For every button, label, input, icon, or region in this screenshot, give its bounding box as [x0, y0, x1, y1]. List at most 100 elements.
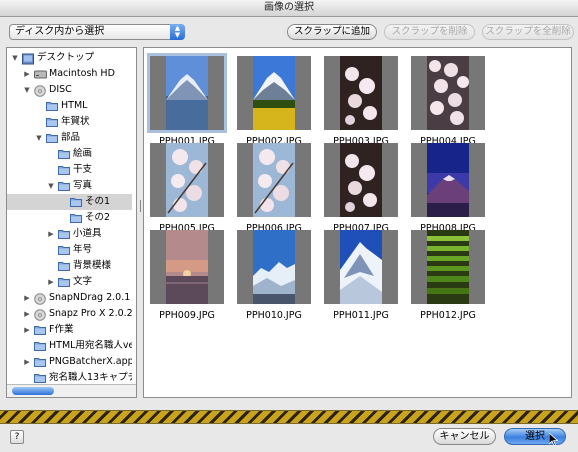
window-title: 画像の選択: [0, 0, 578, 17]
add-scrap-button[interactable]: スクラップに追加: [287, 24, 377, 40]
thumbnail-image[interactable]: [237, 143, 311, 217]
tree-item[interactable]: ▶ F作業: [7, 322, 132, 338]
folder-icon: [58, 149, 70, 159]
tree-item-label: 背景模様: [73, 260, 112, 271]
cancel-button[interactable]: キャンセル: [433, 428, 496, 445]
folder-tree[interactable]: 宛名職人キャプチャ宛名職人13キャプチ▶PNGBatcherX.appHTML用…: [6, 47, 137, 398]
tree-item-label: Snapz Pro X 2.0.2: [49, 308, 132, 319]
folder-icon: [34, 325, 46, 335]
folder-icon: [58, 181, 70, 191]
tree-item[interactable]: 干支: [7, 162, 132, 178]
tree-item-label: 年賀状: [61, 116, 90, 127]
tree-item[interactable]: ▼ デスクトップ: [7, 50, 132, 66]
disclosure-closed-icon[interactable]: ▶: [22, 306, 32, 322]
tree-item[interactable]: ▼ 写真: [7, 178, 132, 194]
tree-item[interactable]: HTML: [7, 98, 132, 114]
disclosure-closed-icon[interactable]: ▶: [22, 322, 32, 338]
thumbnail-image[interactable]: [237, 230, 311, 304]
disclosure-closed-icon[interactable]: ▶: [22, 354, 32, 370]
source-popup[interactable]: ディスク内から選択 ▲ ▼: [9, 24, 185, 40]
disclosure-open-icon[interactable]: ▼: [46, 178, 56, 194]
folder-icon: [58, 277, 70, 287]
tree-item[interactable]: ▶ Macintosh HD: [7, 66, 132, 82]
thumbnail-filename: PPH012.JPG: [420, 310, 476, 321]
folder-icon: [70, 213, 82, 223]
tree-item-label: HTML: [61, 100, 88, 111]
disclosure-closed-icon[interactable]: ▶: [46, 226, 56, 242]
thumbnail-image[interactable]: [411, 56, 485, 130]
delete-all-scrap-button[interactable]: スクラップを全削除: [482, 24, 574, 40]
image-select-dialog: 画像の選択 ディスク内から選択 ▲ ▼ スクラップに追加 スクラップを削除 スクラ…: [0, 0, 578, 452]
hard-disk-icon: [34, 69, 47, 79]
tree-item-label: 写真: [73, 180, 93, 191]
tree-item[interactable]: HTML用宛名職人ve: [7, 338, 132, 354]
folder-icon: [58, 165, 70, 175]
folder-icon: [58, 261, 70, 271]
thumbnail-image[interactable]: [324, 56, 398, 130]
folder-icon: [58, 229, 70, 239]
disc-icon: [34, 85, 46, 97]
scrollbar-thumb[interactable]: [12, 387, 54, 395]
thumbnail-image[interactable]: [324, 143, 398, 217]
tree-item-label: 年号: [73, 244, 93, 255]
thumbnail-image[interactable]: [411, 143, 485, 217]
tree-item-label: 干支: [73, 164, 93, 175]
disclosure-open-icon[interactable]: ▼: [22, 82, 32, 98]
thumbnail-image[interactable]: [324, 230, 398, 304]
tree-item[interactable]: 年号: [7, 242, 132, 258]
folder-icon: [34, 357, 46, 367]
folder-icon: [46, 133, 58, 143]
tree-item[interactable]: ▶ 文字: [7, 274, 132, 290]
tree-item-label: SnapNDrag 2.0.1: [49, 292, 131, 303]
tree-item[interactable]: その1: [7, 194, 132, 210]
tree-item-label: 部品: [61, 132, 81, 143]
disclosure-closed-icon[interactable]: ▶: [22, 290, 32, 306]
popup-arrows-icon: ▲ ▼: [170, 24, 185, 40]
tree-item[interactable]: ▼ 部品: [7, 130, 132, 146]
decorative-stripe: [0, 410, 578, 424]
tree-item[interactable]: 背景模様: [7, 258, 132, 274]
disclosure-closed-icon[interactable]: ▶: [46, 274, 56, 290]
tree-item-label: 絵画: [73, 148, 93, 159]
splitter-handle[interactable]: [139, 200, 142, 212]
disclosure-open-icon[interactable]: ▼: [34, 130, 44, 146]
tree-item[interactable]: ▶ PNGBatcherX.app: [7, 354, 132, 370]
tree-item[interactable]: 絵画: [7, 146, 132, 162]
tree-item[interactable]: ▶ SnapNDrag 2.0.1: [7, 290, 132, 306]
disc-icon: [34, 293, 46, 305]
tree-item[interactable]: ▼ DISC: [7, 82, 132, 98]
folder-icon: [70, 197, 82, 207]
folder-icon: [46, 117, 58, 127]
tree-item-label: DISC: [49, 84, 72, 95]
thumbnail-filename: PPH009.JPG: [159, 310, 215, 321]
folder-icon: [34, 341, 46, 351]
thumbnail-image[interactable]: [150, 230, 224, 304]
thumbnail-image[interactable]: [411, 230, 485, 304]
help-button[interactable]: ?: [10, 430, 24, 444]
folder-icon: [58, 245, 70, 255]
mouse-pointer-icon: [549, 433, 558, 446]
delete-scrap-button[interactable]: スクラップを削除: [384, 24, 475, 40]
tree-item-label: F作業: [49, 324, 74, 335]
disc-icon: [34, 309, 46, 321]
tree-item-label: Macintosh HD: [49, 68, 115, 79]
tree-item[interactable]: ▶ 小道具: [7, 226, 132, 242]
thumbnail-image[interactable]: [150, 143, 224, 217]
tree-item[interactable]: ▶ Snapz Pro X 2.0.2: [7, 306, 132, 322]
tree-horizontal-scrollbar[interactable]: [7, 384, 136, 397]
disclosure-open-icon[interactable]: ▼: [10, 50, 20, 66]
tree-item[interactable]: 年賀状: [7, 114, 132, 130]
desktop-icon: [22, 53, 34, 65]
thumbnail-image[interactable]: [147, 53, 227, 133]
thumbnail-image[interactable]: [237, 56, 311, 130]
tree-item-label: 文字: [73, 276, 93, 287]
tree-item-label: HTML用宛名職人ve: [49, 340, 132, 351]
folder-icon: [34, 373, 46, 383]
source-popup-label: ディスク内から選択: [15, 26, 105, 37]
tree-item-label: デスクトップ: [37, 52, 95, 63]
toolbar: ディスク内から選択 ▲ ▼ スクラップに追加 スクラップを削除 スクラップを全削除: [0, 17, 578, 45]
folder-icon: [46, 101, 58, 111]
thumbnail-filename: PPH010.JPG: [246, 310, 302, 321]
tree-item[interactable]: その2: [7, 210, 132, 226]
disclosure-closed-icon[interactable]: ▶: [22, 66, 32, 82]
